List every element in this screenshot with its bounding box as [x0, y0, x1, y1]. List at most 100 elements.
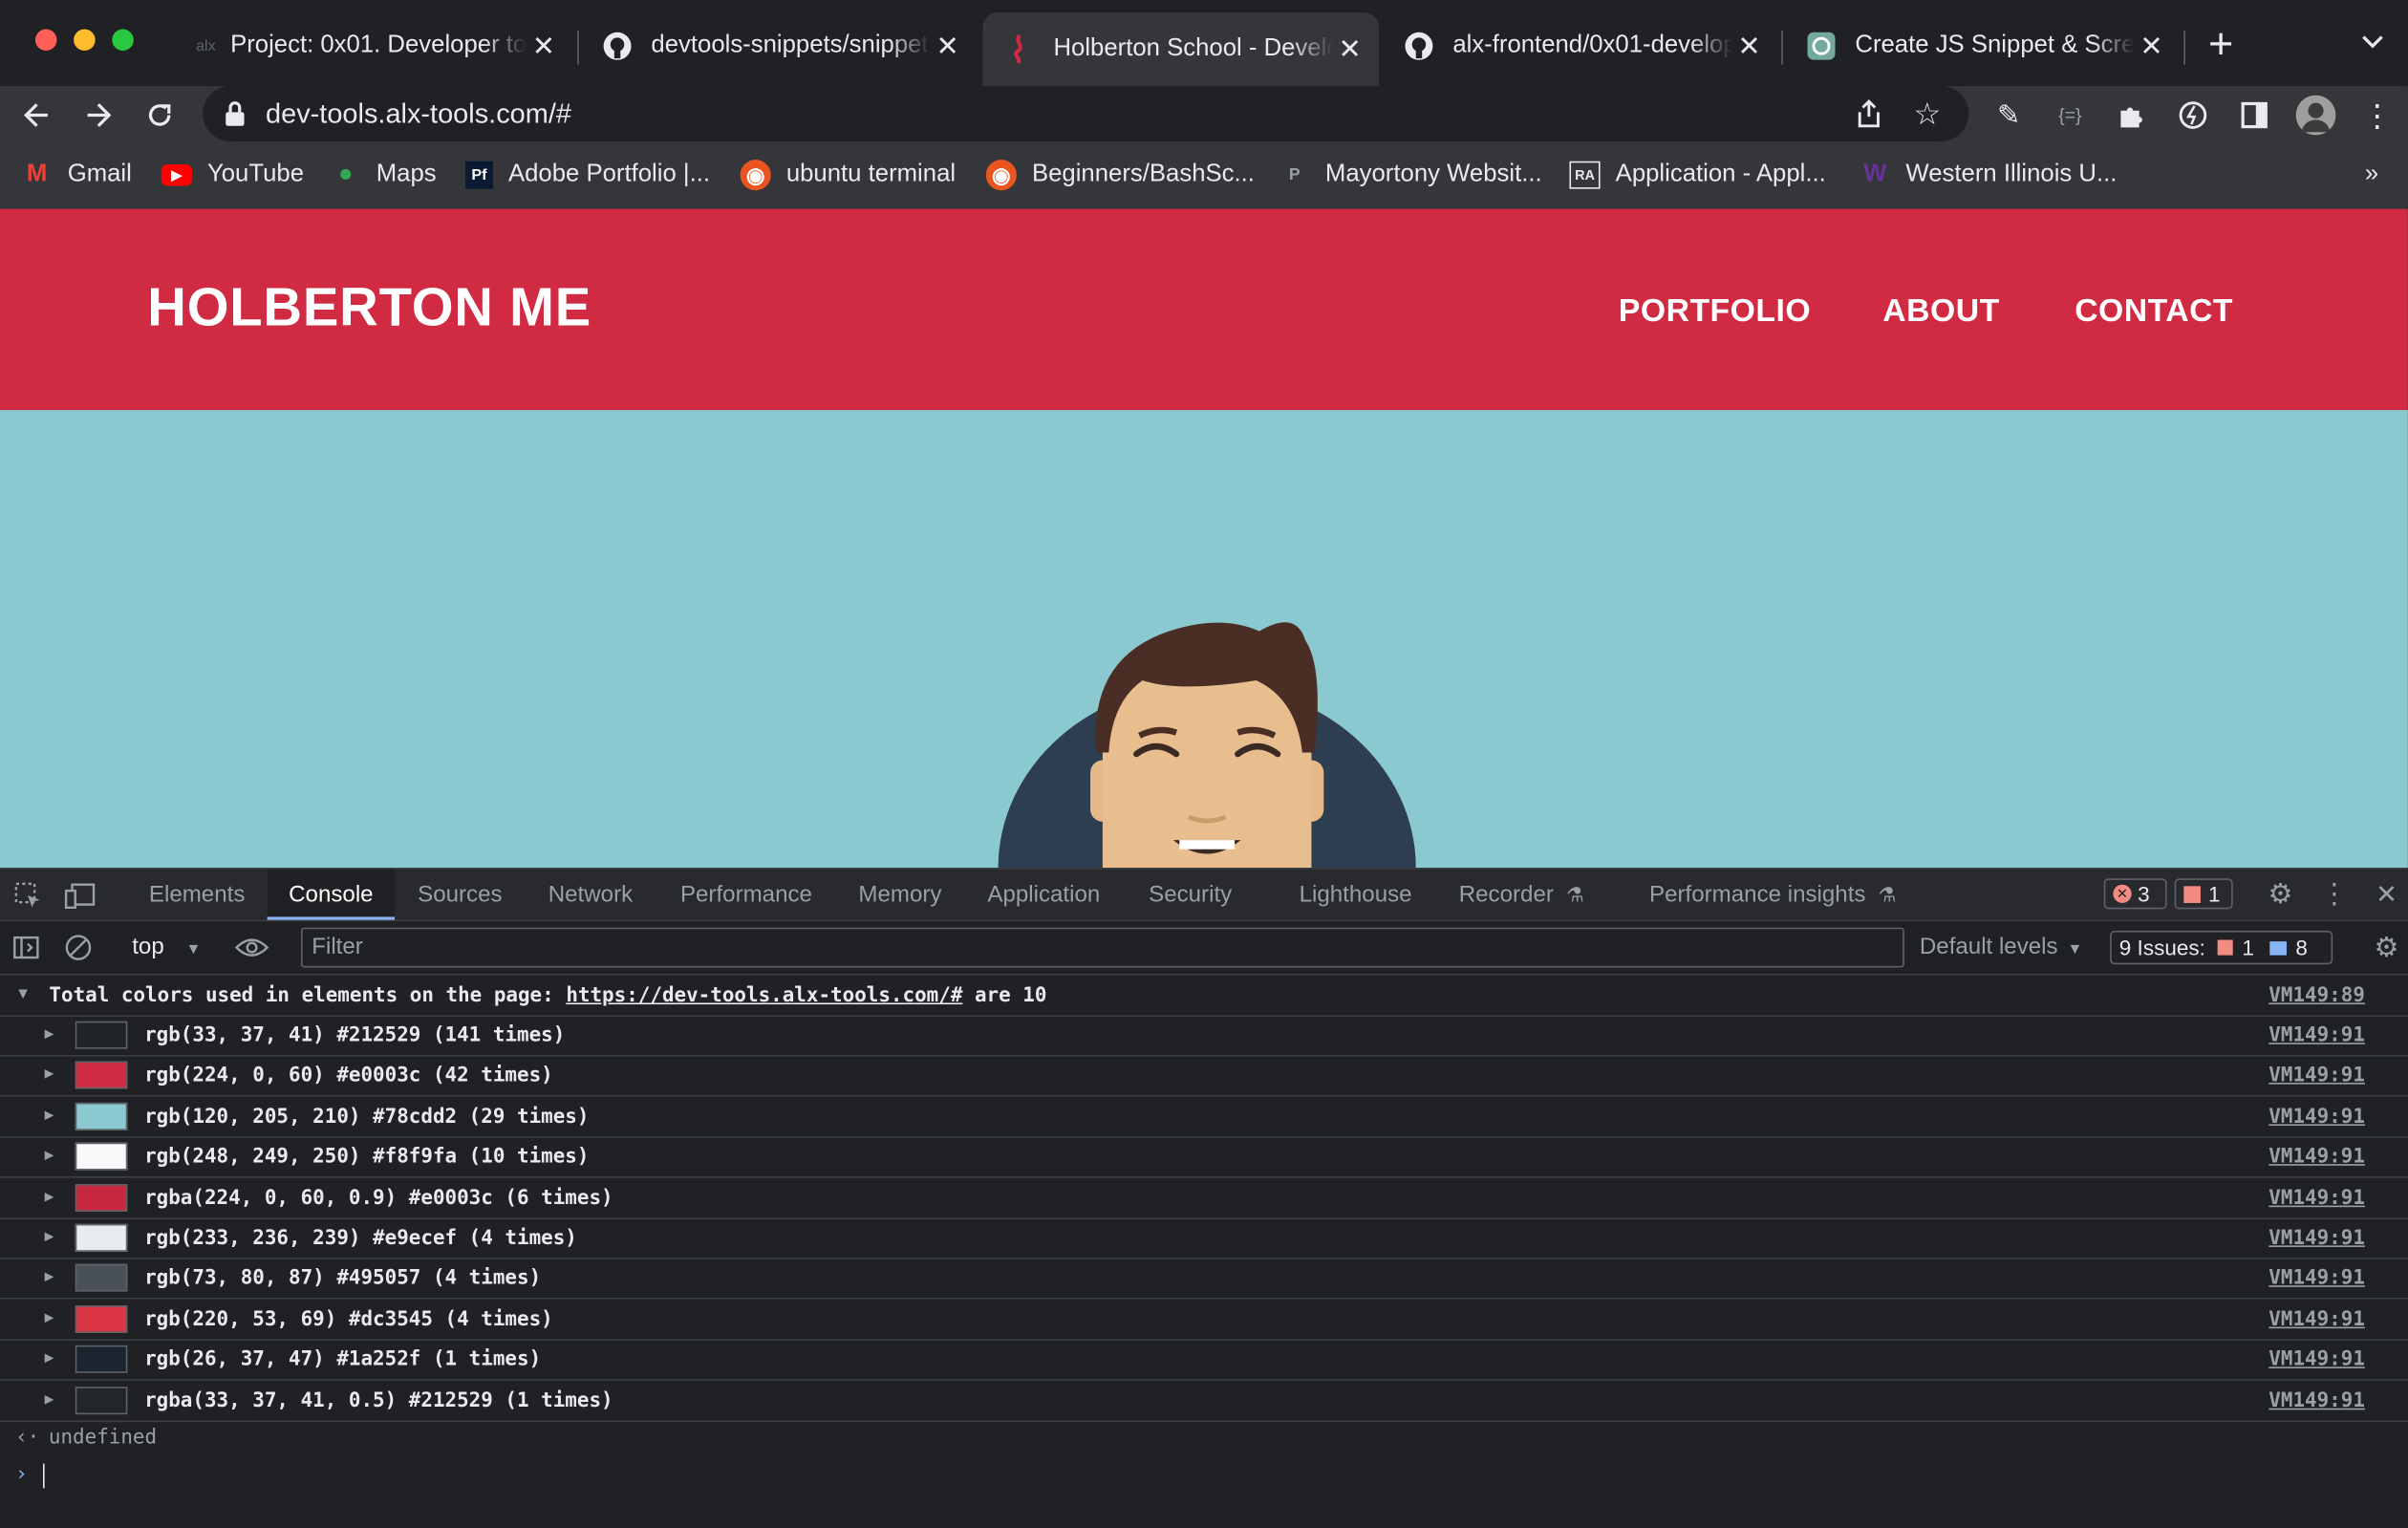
- bookmark-ubuntu-terminal[interactable]: ◉ ubuntu terminal: [740, 144, 956, 205]
- bookmark-mayortony-website[interactable]: P Mayortony Websit...: [1279, 144, 1542, 205]
- close-icon[interactable]: ✕: [2135, 30, 2168, 62]
- new-tab-plus-icon[interactable]: +: [2208, 21, 2233, 67]
- bookmark-adobe-portfolio[interactable]: Pf Adobe Portfolio |...: [464, 144, 710, 205]
- issues-badge[interactable]: 9 Issues: 1 8: [2110, 930, 2333, 965]
- source-link[interactable]: VM149:91: [2268, 1187, 2365, 1210]
- source-link[interactable]: VM149:91: [2268, 1267, 2365, 1290]
- side-panel-icon[interactable]: [2233, 86, 2276, 144]
- site-title[interactable]: HOLBERTON ME: [147, 278, 591, 339]
- bookmark-youtube[interactable]: ▶ YouTube: [161, 144, 304, 205]
- tab-sources[interactable]: Sources: [418, 870, 502, 920]
- source-link[interactable]: VM149:91: [2268, 1348, 2365, 1371]
- tab-search-chevron-down-icon[interactable]: [2359, 28, 2387, 63]
- reload-icon[interactable]: [139, 86, 182, 144]
- tab-console[interactable]: Console: [267, 869, 396, 920]
- console-log-row[interactable]: ▶ rgb(120, 205, 210) #78cdd2 (29 times) VM…: [0, 1096, 2408, 1138]
- browser-tab-active[interactable]: Holberton School - Developer ✕: [982, 11, 1380, 86]
- address-bar[interactable]: dev-tools.alx-tools.com/# ☆: [203, 85, 1969, 141]
- forward-arrow-icon[interactable]: [76, 86, 119, 144]
- browser-tab[interactable]: alx Project: 0x01. Developer tools ✕: [182, 15, 573, 76]
- source-link[interactable]: VM149:91: [2268, 1308, 2365, 1331]
- json-extension-icon[interactable]: {=}: [2049, 86, 2092, 144]
- extensions-puzzle-icon[interactable]: [2110, 86, 2153, 144]
- browser-tab[interactable]: devtools-snippets/snippets ✕: [580, 15, 977, 76]
- source-link[interactable]: VM149:91: [2268, 1106, 2365, 1129]
- pen-extension-icon[interactable]: ✎: [1988, 86, 2031, 144]
- console-input[interactable]: [42, 1463, 45, 1489]
- console-log-row[interactable]: ▶ rgba(33, 37, 41, 0.5) #212529 (1 times)…: [0, 1380, 2408, 1422]
- bookmark-bash-scripting[interactable]: ◉ Beginners/BashSc...: [985, 144, 1255, 205]
- nav-about-link[interactable]: ABOUT: [1882, 293, 1999, 331]
- tab-performance[interactable]: Performance: [680, 870, 812, 920]
- device-toolbar-icon[interactable]: [61, 870, 98, 920]
- expand-triangle-icon[interactable]: ▼: [18, 986, 28, 1003]
- expand-triangle-icon[interactable]: ▶: [45, 1390, 54, 1408]
- source-link[interactable]: VM149:91: [2268, 1065, 2365, 1087]
- tab-memory[interactable]: Memory: [858, 870, 941, 920]
- tab-performance-insights[interactable]: Performance insights ⚗: [1649, 870, 1896, 920]
- bookmark-gmail[interactable]: M Gmail: [21, 144, 132, 205]
- lock-icon[interactable]: [225, 99, 246, 135]
- close-window-button[interactable]: [34, 29, 57, 52]
- expand-triangle-icon[interactable]: ▶: [45, 1066, 54, 1084]
- source-link[interactable]: VM149:91: [2268, 1389, 2365, 1412]
- bookmark-star-icon[interactable]: ☆: [1913, 96, 1941, 134]
- expand-triangle-icon[interactable]: ▶: [45, 1269, 54, 1286]
- source-link[interactable]: VM149:91: [2268, 1024, 2365, 1047]
- bookmark-western-illinois[interactable]: W Western Illinois U...: [1860, 144, 2117, 205]
- console-log-row[interactable]: ▶ rgb(33, 37, 41) #212529 (141 times) VM14…: [0, 1015, 2408, 1057]
- browser-tab[interactable]: Create JS Snippet & Screenshot ✕: [1784, 15, 2181, 76]
- console-log-row[interactable]: ▶ rgb(224, 0, 60) #e0003c (42 times) VM149…: [0, 1056, 2408, 1098]
- back-arrow-icon[interactable]: [15, 86, 58, 144]
- close-devtools-icon[interactable]: ✕: [2368, 870, 2405, 920]
- performance-extension-icon[interactable]: [2171, 86, 2214, 144]
- close-icon[interactable]: ✕: [931, 30, 964, 62]
- share-icon[interactable]: [1855, 98, 1882, 137]
- devtools-menu-kebab-icon[interactable]: ⋮: [2316, 870, 2354, 920]
- console-settings-gear-icon[interactable]: ⚙: [2367, 921, 2407, 974]
- nav-portfolio-link[interactable]: PORTFOLIO: [1619, 293, 1811, 331]
- console-log-row[interactable]: ▶ rgb(73, 80, 87) #495057 (4 times) VM149:…: [0, 1259, 2408, 1301]
- console-log-row[interactable]: ▶ rgb(233, 236, 239) #e9ecef (4 times) VM1…: [0, 1217, 2408, 1259]
- expand-triangle-icon[interactable]: ▶: [45, 1026, 54, 1044]
- expand-triangle-icon[interactable]: ▶: [45, 1148, 54, 1165]
- expand-triangle-icon[interactable]: ▶: [45, 1310, 54, 1327]
- sidebar-toggle-icon[interactable]: [10, 921, 43, 974]
- error-count-badge[interactable]: ✕ 3: [2103, 878, 2167, 910]
- close-icon[interactable]: ✕: [1732, 30, 1766, 62]
- close-icon[interactable]: ✕: [527, 30, 560, 62]
- close-icon[interactable]: ✕: [1333, 33, 1366, 66]
- console-log-row[interactable]: ▶ rgb(248, 249, 250) #f8f9fa (10 times) VM…: [0, 1137, 2408, 1178]
- browser-tab[interactable]: alx-frontend/0x01-developer ✕: [1382, 15, 1778, 76]
- bookmarks-overflow-chevron-icon[interactable]: »: [2365, 144, 2378, 205]
- source-link[interactable]: VM149:91: [2268, 1146, 2365, 1169]
- tab-network[interactable]: Network: [548, 870, 633, 920]
- tab-application[interactable]: Application: [987, 870, 1100, 920]
- page-url-link[interactable]: https://dev-tools.alx-tools.com/#: [566, 984, 962, 1007]
- console-log-row[interactable]: ▶ rgb(220, 53, 69) #dc3545 (4 times) VM149…: [0, 1299, 2408, 1341]
- minimize-window-button[interactable]: [74, 29, 96, 52]
- tab-elements[interactable]: Elements: [149, 870, 245, 920]
- console-log-row[interactable]: ▶ rgb(26, 37, 47) #1a252f (1 times) VM149:…: [0, 1340, 2408, 1382]
- bookmark-application[interactable]: RA Application - Appl...: [1569, 144, 1826, 205]
- tab-security[interactable]: Security: [1149, 870, 1232, 920]
- zoom-window-button[interactable]: [112, 29, 134, 52]
- log-levels-dropdown[interactable]: Default levels ▼: [1920, 934, 2083, 959]
- settings-gear-icon[interactable]: ⚙: [2261, 870, 2301, 920]
- console-group-header[interactable]: ▼ Total colors used in elements on the p…: [0, 976, 2408, 1017]
- console-filter-input[interactable]: Filter: [300, 927, 1904, 968]
- clear-console-icon[interactable]: [61, 921, 95, 974]
- inspect-element-icon[interactable]: [10, 870, 47, 920]
- tab-recorder[interactable]: Recorder ⚗: [1459, 870, 1584, 920]
- expand-triangle-icon[interactable]: ▶: [45, 1188, 54, 1205]
- tab-lighthouse[interactable]: Lighthouse: [1300, 870, 1412, 920]
- console-log-row[interactable]: ▶ rgba(224, 0, 60, 0.9) #e0003c (6 times)…: [0, 1177, 2408, 1219]
- live-expression-eye-icon[interactable]: [230, 921, 273, 974]
- source-link[interactable]: VM149:89: [2268, 984, 2365, 1007]
- expand-triangle-icon[interactable]: ▶: [45, 1350, 54, 1367]
- profile-avatar[interactable]: [2294, 86, 2337, 144]
- expand-triangle-icon[interactable]: ▶: [45, 1229, 54, 1246]
- context-selector[interactable]: top ▼: [132, 934, 201, 959]
- browser-menu-kebab-icon[interactable]: ⋮: [2355, 86, 2398, 144]
- warning-count-badge[interactable]: 1: [2174, 878, 2233, 910]
